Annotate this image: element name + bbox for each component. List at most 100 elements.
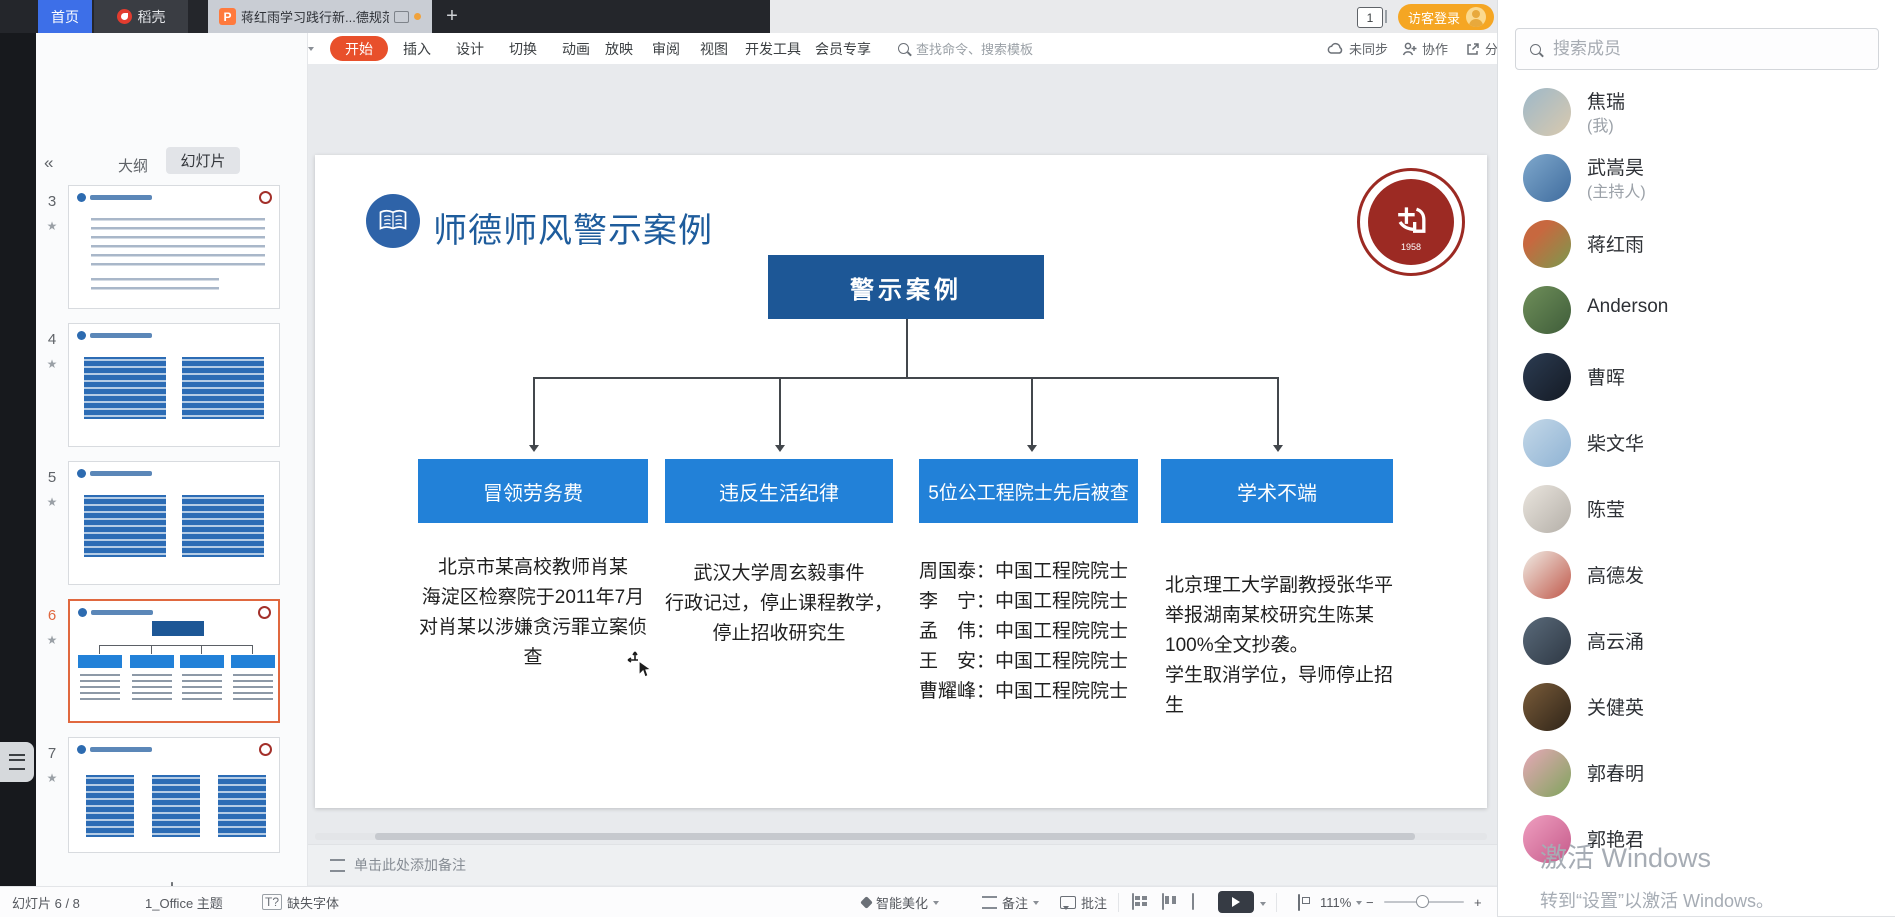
- ribbon-tab-design[interactable]: 设计: [456, 33, 484, 64]
- window-count-badge[interactable]: 1: [1357, 7, 1383, 28]
- ribbon-tab-review[interactable]: 审阅: [652, 33, 680, 64]
- theme-name[interactable]: 1_Office 主题: [145, 887, 223, 917]
- connector-line: [533, 377, 1279, 379]
- branch-text-block[interactable]: 北京理工大学副教授张华平 举报湖南某校研究生陈某 100%全文抄袭。 学生取消学…: [1165, 571, 1405, 721]
- tab-home[interactable]: 首页: [38, 0, 92, 33]
- zoom-in-button[interactable]: +: [1474, 887, 1482, 917]
- guest-login-label: 访客登录: [1408, 8, 1460, 27]
- member-row[interactable]: 柴文华: [1498, 415, 1895, 471]
- member-row[interactable]: 蒋红雨: [1498, 216, 1895, 272]
- ribbon-tab-start[interactable]: 开始: [330, 36, 388, 61]
- slide-thumbnail-4[interactable]: [68, 323, 280, 447]
- org-chart-branch-box[interactable]: 5位公工程院士先后被查: [919, 459, 1138, 523]
- tab-docer-label: 稻壳: [138, 7, 166, 27]
- tab-document[interactable]: P 蒋红雨学习践行新...德规范11.03: [208, 0, 432, 33]
- book-icon: [366, 194, 420, 248]
- notes-icon: [982, 896, 997, 909]
- guest-login-button[interactable]: 访客登录: [1398, 4, 1494, 30]
- thumbnail-textbox: [147, 770, 205, 842]
- avatar: [1523, 353, 1571, 401]
- slide-sorter-view-button[interactable]: [1162, 893, 1164, 910]
- search-icon: [1530, 44, 1541, 55]
- member-name: 高云涌: [1587, 627, 1644, 654]
- share-icon: [1466, 42, 1480, 56]
- document-title: 蒋红雨学习践行新...德规范11.03: [241, 7, 389, 26]
- member-row[interactable]: 陈莹: [1498, 481, 1895, 537]
- command-search-box[interactable]: 查找命令、搜索模板: [898, 33, 1033, 64]
- slide-thumbnail-7[interactable]: [68, 737, 280, 853]
- tab-outline[interactable]: 大纲: [118, 155, 148, 176]
- org-chart-branch-box[interactable]: 学术不端: [1161, 459, 1393, 523]
- slide-thumbnail-5[interactable]: [68, 461, 280, 585]
- ribbon-tab-transition[interactable]: 切换: [509, 33, 537, 64]
- ribbon-tab-animation[interactable]: 动画: [562, 33, 590, 64]
- branch-text-block[interactable]: 北京市某高校教师肖某 海淀区检察院于2011年7月 对肖某以涉嫌贪污罪立案侦 查: [408, 553, 658, 673]
- org-chart-branch-box[interactable]: 冒领劳务费: [418, 459, 648, 523]
- org-chart-root-box[interactable]: 警示案例: [768, 255, 1044, 319]
- ribbon-tab-insert[interactable]: 插入: [403, 33, 431, 64]
- more-commands-button[interactable]: [308, 33, 314, 64]
- branch-text-block[interactable]: 周国泰：中国工程院院士 李 宁：中国工程院院士 孟 伟：中国工程院院士 王 安：…: [919, 557, 1159, 707]
- member-row[interactable]: Anderson: [1498, 282, 1895, 338]
- slide-canvas[interactable]: 师德师风警示案例 1958 警示案例 冒领劳务费 违反生活纪律 5位公工程院士先…: [315, 155, 1487, 808]
- member-row[interactable]: 曹晖: [1498, 349, 1895, 405]
- member-row[interactable]: 高德发: [1498, 547, 1895, 603]
- docer-logo-icon: [117, 9, 132, 24]
- member-row[interactable]: 高云涌: [1498, 613, 1895, 669]
- member-row[interactable]: 郭春明: [1498, 745, 1895, 801]
- member-search-input[interactable]: [1551, 38, 1835, 60]
- connector-line: [906, 319, 908, 377]
- scrollbar-thumb[interactable]: [375, 833, 1415, 840]
- member-name: 柴文华: [1587, 429, 1644, 456]
- sync-status-button[interactable]: 未同步: [1327, 33, 1388, 64]
- fit-slide-button[interactable]: [1298, 894, 1300, 911]
- ribbon-tab-member[interactable]: 会员专享: [815, 33, 871, 64]
- seal-icon: [259, 743, 272, 756]
- normal-view-button[interactable]: [1132, 893, 1134, 910]
- notes-toggle-button[interactable]: 备注: [982, 887, 1039, 917]
- tab-docer[interactable]: 稻壳: [94, 0, 188, 33]
- panel-drag-handle[interactable]: [0, 742, 34, 782]
- beautify-icon: [860, 896, 873, 909]
- new-tab-button[interactable]: +: [437, 0, 467, 33]
- ribbon-tab-slideshow[interactable]: 放映: [605, 33, 633, 64]
- tab-slides[interactable]: 幻灯片: [166, 147, 240, 174]
- play-icon: [1232, 897, 1245, 907]
- member-row[interactable]: 关健英: [1498, 679, 1895, 735]
- zoom-slider-knob[interactable]: [1416, 895, 1429, 908]
- org-chart-branch-box[interactable]: 违反生活纪律: [665, 459, 893, 523]
- slide-title[interactable]: 师德师风警示案例: [433, 203, 713, 252]
- member-row[interactable]: 郭艳君: [1498, 811, 1895, 867]
- zoom-level[interactable]: 111%: [1320, 887, 1362, 917]
- user-avatar-icon: [1466, 7, 1486, 27]
- play-options-caret[interactable]: [1260, 902, 1266, 909]
- notes-bar[interactable]: 单击此处添加备注: [308, 844, 1497, 885]
- collapse-panel-button[interactable]: «: [44, 153, 53, 173]
- ribbon-tab-devtools[interactable]: 开发工具: [745, 33, 801, 64]
- member-row[interactable]: 武嵩昊 (主持人): [1498, 150, 1895, 206]
- seal-icon: [259, 191, 272, 204]
- horizontal-scrollbar[interactable]: [315, 833, 1487, 840]
- missing-font-button[interactable]: T? 缺失字体: [262, 887, 339, 917]
- missing-font-icon: T?: [262, 894, 282, 910]
- ribbon-tab-view[interactable]: 视图: [700, 33, 728, 64]
- member-search-box[interactable]: [1515, 28, 1879, 70]
- reading-view-button[interactable]: [1192, 893, 1194, 910]
- zoom-out-button[interactable]: −: [1366, 887, 1374, 917]
- arrow-down-icon: [1027, 445, 1037, 457]
- share-button[interactable]: 分: [1466, 33, 1498, 64]
- slide-thumbnail-6-selected[interactable]: [68, 599, 280, 723]
- smart-beautify-button[interactable]: 智能美化: [862, 887, 939, 917]
- member-role: (主持人): [1587, 178, 1646, 202]
- search-icon: [898, 43, 909, 54]
- branch-text-block[interactable]: 武汉大学周玄毅事件 行政记过，停止课程教学， 停止招收研究生: [655, 559, 903, 649]
- comments-button[interactable]: 批注: [1060, 887, 1107, 917]
- member-name: 郭艳君: [1587, 825, 1644, 852]
- member-row[interactable]: 焦瑞 (我): [1498, 84, 1895, 140]
- slide-thumbnail-3[interactable]: [68, 185, 280, 309]
- animation-star-icon: ★: [42, 495, 62, 509]
- title-dot-icon: [77, 331, 86, 340]
- seal-icon: [258, 606, 271, 619]
- slideshow-play-button[interactable]: [1218, 891, 1254, 913]
- collaborate-button[interactable]: 协作: [1402, 33, 1448, 64]
